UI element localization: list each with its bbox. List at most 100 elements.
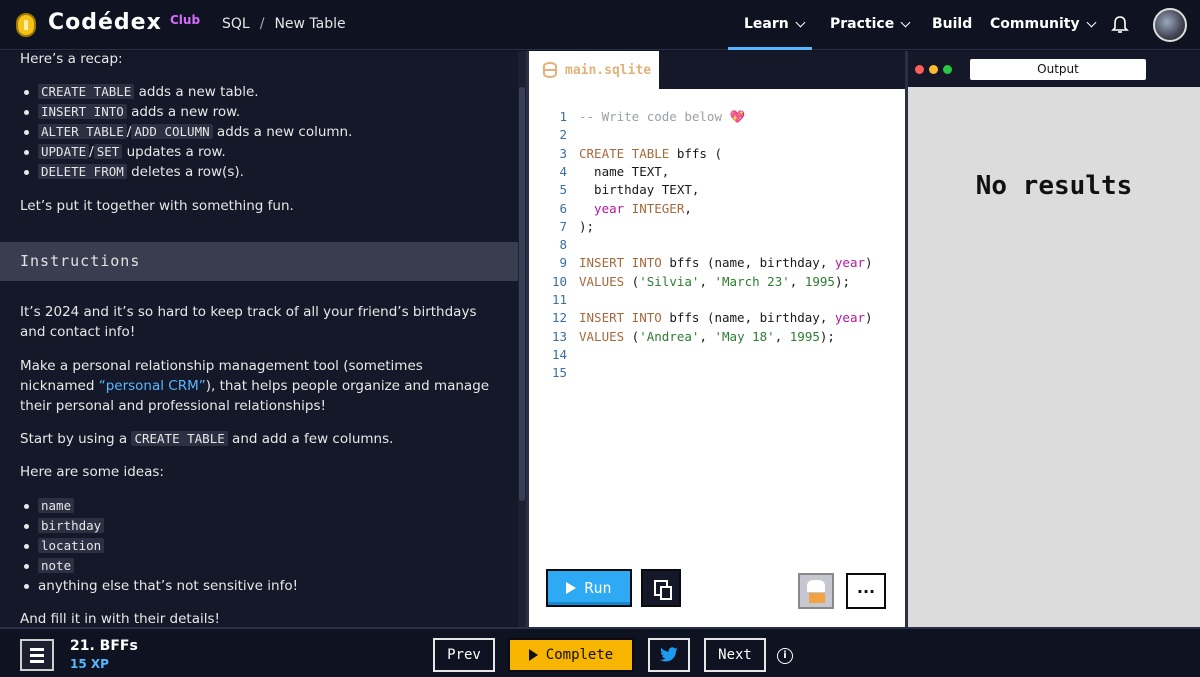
inline-code: SET <box>93 144 123 159</box>
more-options-button[interactable]: ··· <box>846 573 886 609</box>
recap-item: INSERT INTO adds a new row. <box>23 102 240 122</box>
run-button[interactable]: Run <box>546 569 632 607</box>
nav-build[interactable]: Build <box>932 16 972 32</box>
lesson-scrollbar[interactable] <box>518 51 526 627</box>
code-content: INSERT INTO bffs (name, birthday, year) <box>579 310 873 325</box>
code-text: ); <box>819 328 835 344</box>
active-nav-underline <box>728 47 812 50</box>
rubber-duck-helper-icon[interactable] <box>798 573 834 609</box>
number: 1995 <box>804 273 835 289</box>
chevron-down-icon <box>795 17 806 27</box>
breadcrumb: SQL / New Table <box>222 16 346 32</box>
idea-item: note <box>23 556 75 576</box>
exercise-title: 21. BFFs <box>70 638 138 654</box>
chevron-down-icon <box>900 17 911 27</box>
code-line: 1 -- Write code below 💖 <box>529 109 905 127</box>
next-button[interactable]: Next <box>704 638 766 672</box>
info-icon[interactable]: i <box>777 648 793 664</box>
instructions-title: Instructions <box>20 252 141 270</box>
recap-item: CREATE TABLE adds a new table. <box>24 82 259 102</box>
keyword: VALUES <box>579 328 625 344</box>
top-nav-bar: Codédex Club SQL / New Table Learn Pract… <box>0 0 1200 50</box>
chevron-down-icon <box>1086 17 1097 27</box>
inline-code: ADD COLUMN <box>131 124 213 139</box>
code-line: 8 <box>529 237 905 255</box>
instruction-paragraph: Make a personal relationship management … <box>20 356 500 416</box>
code-text: , <box>774 328 790 344</box>
idea-item: location <box>23 536 105 556</box>
complete-label: Complete <box>545 647 614 663</box>
exercise-xp: 15 XP <box>70 657 109 671</box>
exercise-list-button[interactable] <box>20 639 54 671</box>
play-icon <box>528 649 538 661</box>
line-number: 7 <box>559 218 567 234</box>
code-editor: main.sqlite 1 -- Write code below 💖 2 3 CR… <box>529 51 905 627</box>
scrollbar-thumb[interactable] <box>519 87 525 501</box>
file-tab-main-sqlite[interactable]: main.sqlite <box>529 51 659 89</box>
bell-icon[interactable] <box>1111 15 1129 35</box>
code-line: 5 birthday TEXT, <box>529 182 905 200</box>
line-number: 15 <box>551 365 567 381</box>
file-tab-label: main.sqlite <box>565 62 652 78</box>
nav-learn[interactable]: Learn <box>744 16 806 32</box>
code-text: bffs (name, birthday, <box>661 310 835 326</box>
inline-code: DELETE FROM <box>38 164 127 179</box>
keyword: VALUES <box>579 273 625 289</box>
code-line: 10 VALUES ('Silvia', 'March 23', 1995); <box>529 274 905 292</box>
prev-button[interactable]: Prev <box>433 638 495 672</box>
code-comment: -- Write code below 💖 <box>579 109 746 124</box>
keyword: INSERT INTO <box>579 310 662 326</box>
personal-crm-link[interactable]: “personal CRM” <box>99 378 206 394</box>
instruction-paragraph: Start by using a CREATE TABLE and add a … <box>20 429 500 449</box>
list-icon <box>30 659 44 663</box>
line-number: 11 <box>551 292 567 307</box>
code-content: INSERT INTO bffs (name, birthday, year) <box>579 255 873 270</box>
inline-code: location <box>38 538 105 553</box>
club-badge: Club <box>170 13 201 27</box>
code-text: bffs (name, birthday, <box>661 255 835 271</box>
code-content: CREATE TABLE bffs ( <box>579 146 722 161</box>
recap-item: ALTER TABLE / ADD COLUMN adds a new column… <box>23 122 353 142</box>
recap-text: adds a new column. <box>212 124 353 140</box>
keyword: INSERT INTO <box>579 255 662 271</box>
inline-code: birthday <box>38 518 105 533</box>
code-content: birthday TEXT, <box>579 182 700 198</box>
code-line: 6 year INTEGER, <box>529 201 905 219</box>
code-text: , <box>684 200 692 216</box>
code-text: , <box>789 273 805 289</box>
line-number: 14 <box>551 346 567 362</box>
code-line: 15 <box>529 365 905 383</box>
keyword: CREATE TABLE <box>579 145 670 161</box>
inline-code: INSERT INTO <box>38 104 127 119</box>
idea-item: anything else that’s not sensitive info! <box>24 578 298 594</box>
nav-community[interactable]: Community <box>990 16 1097 32</box>
instructions-header: Instructions <box>0 242 518 281</box>
breadcrumb-lesson: New Table <box>274 16 346 32</box>
twitter-share-button[interactable] <box>648 638 690 672</box>
no-results-message: No results <box>975 171 1133 201</box>
inline-code: UPDATE <box>38 144 90 159</box>
copy-code-button[interactable] <box>641 569 681 607</box>
inline-code: name <box>38 498 75 513</box>
breadcrumb-separator: / <box>259 16 265 32</box>
breadcrumb-course[interactable]: SQL <box>222 16 250 32</box>
recap-item: DELETE FROM deletes a row(s). <box>24 162 244 182</box>
user-avatar[interactable] <box>1153 8 1187 42</box>
recap-outro: Let’s put it together with something fun… <box>20 198 294 214</box>
logo-text[interactable]: Codédex <box>48 10 162 35</box>
window-maximize-dot <box>943 65 952 74</box>
code-line: 2 <box>529 127 905 145</box>
code-line: 7); <box>529 219 905 237</box>
run-label: Run <box>584 579 612 597</box>
recap-text: updates a row. <box>122 144 226 160</box>
complete-button[interactable]: Complete <box>508 638 634 672</box>
nav-learn-label: Learn <box>744 16 789 32</box>
line-number: 5 <box>559 182 567 198</box>
code-content: name TEXT, <box>579 163 670 179</box>
keyword: year <box>834 255 865 271</box>
inline-code: CREATE TABLE <box>131 431 228 446</box>
ideas-intro: Here are some ideas: <box>20 464 164 480</box>
coin-logo-icon[interactable] <box>16 13 36 37</box>
nav-practice[interactable]: Practice <box>830 16 911 32</box>
line-number: 3 <box>559 145 567 161</box>
